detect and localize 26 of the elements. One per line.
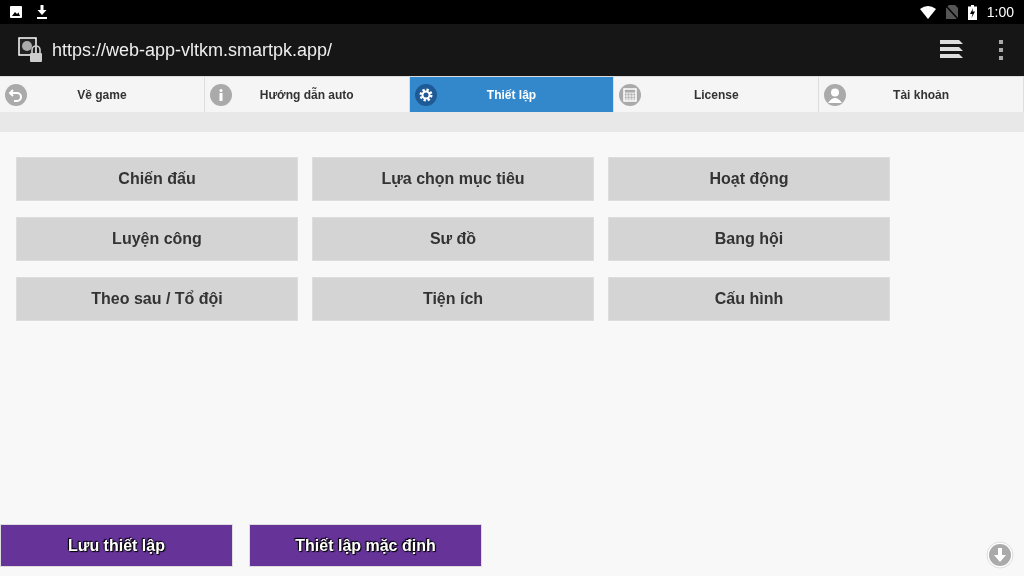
calendar-icon [619,83,642,106]
wifi-icon [919,5,936,19]
action-button[interactable]: Lưu thiết lập [0,524,233,567]
no-sim-icon [945,5,958,19]
image-icon [10,6,22,18]
battery-charging-icon [967,4,977,20]
download-icon [36,5,48,19]
url-text[interactable]: https://web-app-vltkm.smartpk.app/ [52,39,333,61]
settings-category-button[interactable]: Tiện ích [312,277,594,321]
info-icon [209,83,232,106]
settings-icon [414,83,437,106]
secure-site-icon [18,37,44,63]
settings-category-button[interactable]: Luyện công [16,217,298,261]
settings-category-button[interactable]: Hoạt động [608,157,890,201]
clock-time: 1:00 [986,4,1014,20]
settings-category-button[interactable]: Lựa chọn mục tiêu [312,157,594,201]
user-icon [824,83,847,106]
action-button[interactable]: Thiết lập mặc định [249,524,482,567]
settings-category-button[interactable]: Theo sau / Tổ đội [16,277,298,321]
settings-category-button[interactable]: Cấu hình [608,277,890,321]
more-options-icon[interactable] [998,40,1004,60]
settings-category-button[interactable]: Bang hội [608,217,890,261]
tab[interactable]: Thiết lập [409,77,615,112]
tabs-icon[interactable] [940,40,964,60]
settings-category-button[interactable]: Chiến đấu [16,157,298,201]
settings-category-button[interactable]: Sư đồ [312,217,594,261]
